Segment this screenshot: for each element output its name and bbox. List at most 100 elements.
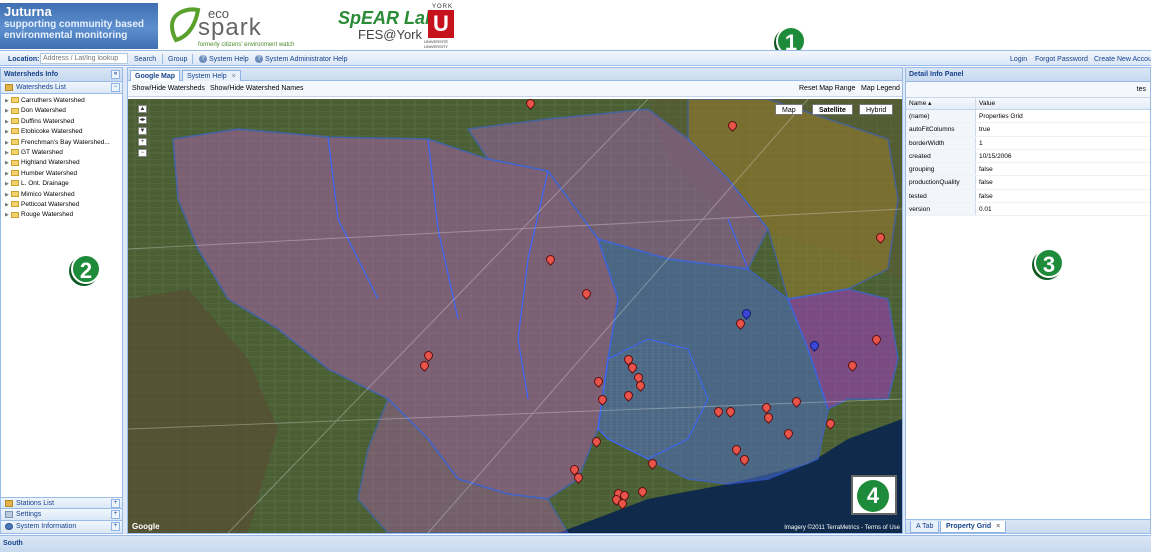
watershed-name: Carruthers Watershed <box>21 97 85 104</box>
map-zoom-control: ▲ ◂▸ ▼ + − <box>138 105 150 160</box>
search-button[interactable]: Search <box>134 54 156 65</box>
group-button[interactable]: Group <box>168 54 187 65</box>
tab-system-help[interactable]: System Help × <box>182 70 241 81</box>
property-value[interactable]: Properties Grid <box>976 110 1150 122</box>
property-value[interactable]: 0.01 <box>976 203 1150 215</box>
property-name: borderWidth <box>906 136 976 149</box>
folder-icon <box>11 170 19 177</box>
watershed-tree-item[interactable]: ▶ GT Watershed <box>1 148 122 158</box>
property-value[interactable]: false <box>976 176 1150 188</box>
collapse-section-icon[interactable]: − <box>111 83 120 92</box>
close-tab-icon[interactable]: × <box>232 73 236 80</box>
reset-map-range-button[interactable]: Reset Map Range <box>799 81 855 97</box>
tab-property-grid-label: Property Grid <box>946 523 992 530</box>
property-row[interactable]: (name) Properties Grid <box>906 110 1150 124</box>
satellite-map[interactable]: ▲ ◂▸ ▼ + − Map Satellite Hybrid 4 Google… <box>128 99 902 533</box>
property-row[interactable]: autoFitColumns true <box>906 123 1150 137</box>
property-row[interactable]: created 10/15/2006 <box>906 149 1150 164</box>
close-tab-icon[interactable]: × <box>996 523 1000 530</box>
property-row[interactable]: productionQuality false <box>906 176 1150 190</box>
tab-google-map[interactable]: Google Map <box>130 70 181 81</box>
sysadmin-help-button[interactable]: ? System Administrator Help <box>255 54 347 65</box>
tab-a-tab[interactable]: A Tab <box>910 521 940 533</box>
column-header-value[interactable]: Value <box>976 98 1150 109</box>
location-search-input[interactable] <box>40 53 128 64</box>
york-university-logo: YORK U UNIVERSITÉ UNIVERSITY <box>422 4 462 49</box>
show-hide-names-button[interactable]: Show/Hide Watershed Names <box>210 81 304 97</box>
expand-icon[interactable]: + <box>111 499 120 508</box>
pan-down-icon[interactable]: ▼ <box>138 127 147 135</box>
watershed-tree-item[interactable]: ▶ Petticoat Watershed <box>1 200 122 210</box>
watershed-name: Mimico Watershed <box>21 190 75 198</box>
watershed-tree-item[interactable]: ▶ Humber Watershed <box>1 169 122 179</box>
map-type-map-button[interactable]: Map <box>775 104 803 115</box>
system-help-button[interactable]: ? System Help <box>199 54 249 65</box>
watershed-tree-item[interactable]: ▶ Frenchman's Bay Watershed... <box>1 138 122 148</box>
forgot-password-link[interactable]: Forgot Password <box>1035 54 1088 65</box>
create-account-link[interactable]: Create New Account <box>1094 54 1151 65</box>
property-row[interactable]: borderWidth 1 <box>906 136 1150 150</box>
spear-lab-subtitle: FES@York <box>358 27 423 42</box>
watershed-tree-item[interactable]: ▶ Highland Watershed <box>1 158 122 168</box>
callout-badge-4: 4 <box>857 480 889 512</box>
property-row[interactable]: version 0.01 <box>906 203 1150 217</box>
station-icon <box>5 499 13 507</box>
show-hide-watersheds-button[interactable]: Show/Hide Watersheds <box>132 81 205 97</box>
watershed-tree-item[interactable]: ▶ Etobicoke Watershed <box>1 127 122 137</box>
spear-lab-logo: SpEAR Lab FES@York YORK U UNIVERSITÉ UNI… <box>338 4 468 49</box>
folder-icon <box>11 180 19 187</box>
toolbar-divider <box>192 54 193 64</box>
property-row[interactable]: tested false <box>906 189 1150 204</box>
zoom-out-icon[interactable]: − <box>138 149 147 157</box>
property-name: (name) <box>906 110 976 123</box>
zoom-in-icon[interactable]: + <box>138 138 147 146</box>
property-value[interactable]: false <box>976 163 1150 175</box>
york-u-mark: U <box>428 10 454 38</box>
watersheds-list-header[interactable]: Watersheds List − <box>1 82 122 94</box>
sysadmin-help-label: System Administrator Help <box>265 56 348 63</box>
property-value[interactable]: 1 <box>976 137 1150 149</box>
map-legend-button[interactable]: Map Legend <box>861 81 900 97</box>
google-logo: Google <box>132 522 160 531</box>
property-name: created <box>906 149 976 163</box>
property-row[interactable]: grouping false <box>906 163 1150 177</box>
collapse-left-icon[interactable]: « <box>111 70 120 79</box>
watershed-tree-item[interactable]: ▶ Carruthers Watershed <box>1 96 122 106</box>
watershed-tree: ▶ Carruthers Watershed ▶ Don Watershed ▶ Duff… <box>1 94 122 221</box>
watershed-name: Petticoat Watershed <box>21 200 80 208</box>
property-name: productionQuality <box>906 176 976 189</box>
system-information-header[interactable]: System Information + <box>1 521 122 533</box>
tab-property-grid[interactable]: Property Grid × <box>940 521 1007 533</box>
watershed-name: Don Watershed <box>21 107 66 115</box>
help-icon: ? <box>199 55 207 64</box>
folder-icon <box>11 97 19 104</box>
watershed-tree-item[interactable]: ▶ Mimico Watershed <box>1 190 122 200</box>
map-type-hybrid-button[interactable]: Hybrid <box>859 104 894 115</box>
pan-left-right-icon[interactable]: ◂▸ <box>138 116 147 124</box>
watershed-name: Frenchman's Bay Watershed... <box>21 138 110 146</box>
watershed-tree-item[interactable]: ▶ L. Ont. Drainage <box>1 179 122 189</box>
property-value[interactable]: true <box>976 123 1150 135</box>
property-value[interactable]: 10/15/2006 <box>976 150 1150 162</box>
column-header-name[interactable]: Name ▴ <box>906 98 976 109</box>
settings-header[interactable]: Settings + <box>1 509 122 521</box>
stations-list-header[interactable]: Stations List + <box>1 497 122 509</box>
top-toolbar: Location: Search Group ?System Help ?Sys… <box>0 50 1151 66</box>
map-credit-text[interactable]: Imagery ©2011 TerraMetrics - Terms of Us… <box>784 525 900 531</box>
watershed-tree-item[interactable]: ▶ Rouge Watershed <box>1 210 122 220</box>
folder-icon <box>11 149 19 156</box>
york-university-word: UNIVERSITÉ UNIVERSITY <box>424 39 449 49</box>
watershed-tree-item[interactable]: ▶ Don Watershed <box>1 106 122 116</box>
watersheds-info-title: Watersheds Info <box>4 71 59 78</box>
folder-icon <box>11 211 19 218</box>
expand-icon[interactable]: + <box>111 522 120 531</box>
right-tab-bar: A Tab Property Grid × <box>906 519 1150 533</box>
property-name: tested <box>906 189 976 203</box>
folder-icon <box>11 190 19 197</box>
expand-icon[interactable]: + <box>111 510 120 519</box>
map-type-satellite-button[interactable]: Satellite <box>812 104 853 115</box>
login-link[interactable]: Login <box>1010 54 1027 65</box>
property-value[interactable]: false <box>976 190 1150 202</box>
watershed-tree-item[interactable]: ▶ Duffins Watershed <box>1 117 122 127</box>
pan-up-icon[interactable]: ▲ <box>138 105 147 113</box>
